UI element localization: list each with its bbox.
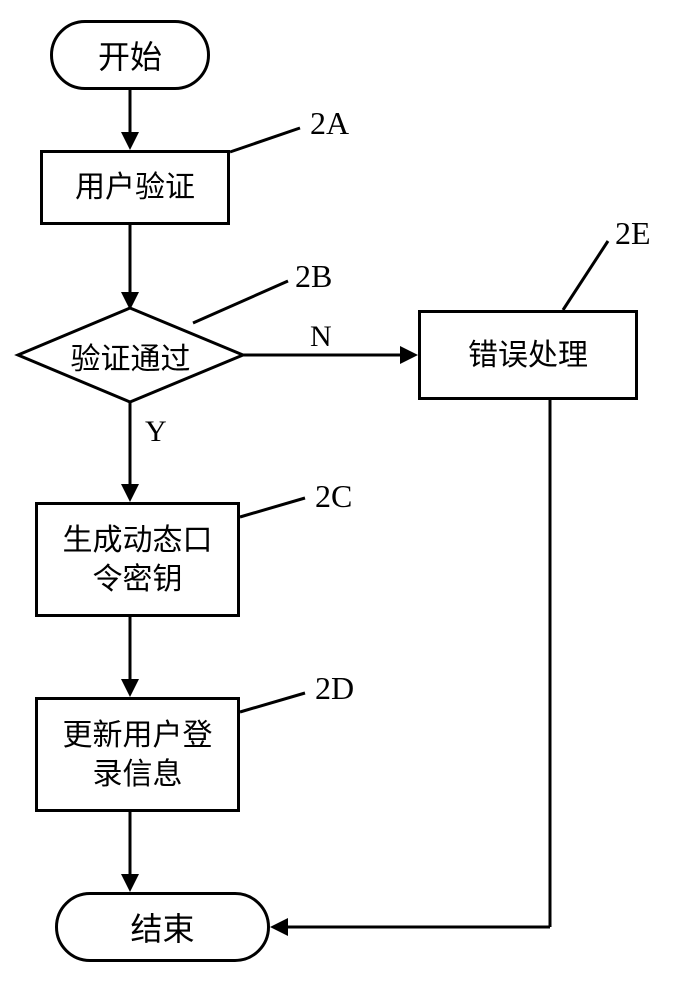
end-label: 结束 xyxy=(130,904,194,950)
arrow-start-2a xyxy=(130,90,150,150)
process-2e: 错误处理 xyxy=(418,310,638,400)
label-2b: 2B xyxy=(295,258,332,295)
label-2a: 2A xyxy=(310,105,349,142)
start-terminator: 开始 xyxy=(50,20,210,90)
decision-2b-label: 验证通过 xyxy=(71,334,191,378)
process-2a: 用户验证 xyxy=(40,150,230,225)
branch-no-label: N xyxy=(310,320,332,354)
process-2a-label: 用户验证 xyxy=(75,168,195,207)
arrow-2a-2b xyxy=(130,225,150,310)
arrow-2e-end xyxy=(270,400,560,940)
label-line-2a xyxy=(230,125,310,155)
arrow-2c-2d xyxy=(130,617,150,697)
end-terminator: 结束 xyxy=(55,892,270,962)
arrow-2b-2c xyxy=(130,402,150,502)
start-label: 开始 xyxy=(98,32,162,78)
process-2e-label: 错误处理 xyxy=(468,336,588,375)
process-2c: 生成动态口令密钥 xyxy=(35,502,240,617)
process-2c-label: 生成动态口令密钥 xyxy=(63,521,213,599)
label-line-2b xyxy=(193,278,293,326)
process-2d: 更新用户登录信息 xyxy=(35,697,240,812)
arrow-2b-2e xyxy=(243,355,418,375)
label-2e: 2E xyxy=(615,215,651,252)
arrow-2d-end xyxy=(130,812,150,892)
process-2d-label: 更新用户登录信息 xyxy=(63,716,213,794)
label-line-2e xyxy=(563,238,613,313)
